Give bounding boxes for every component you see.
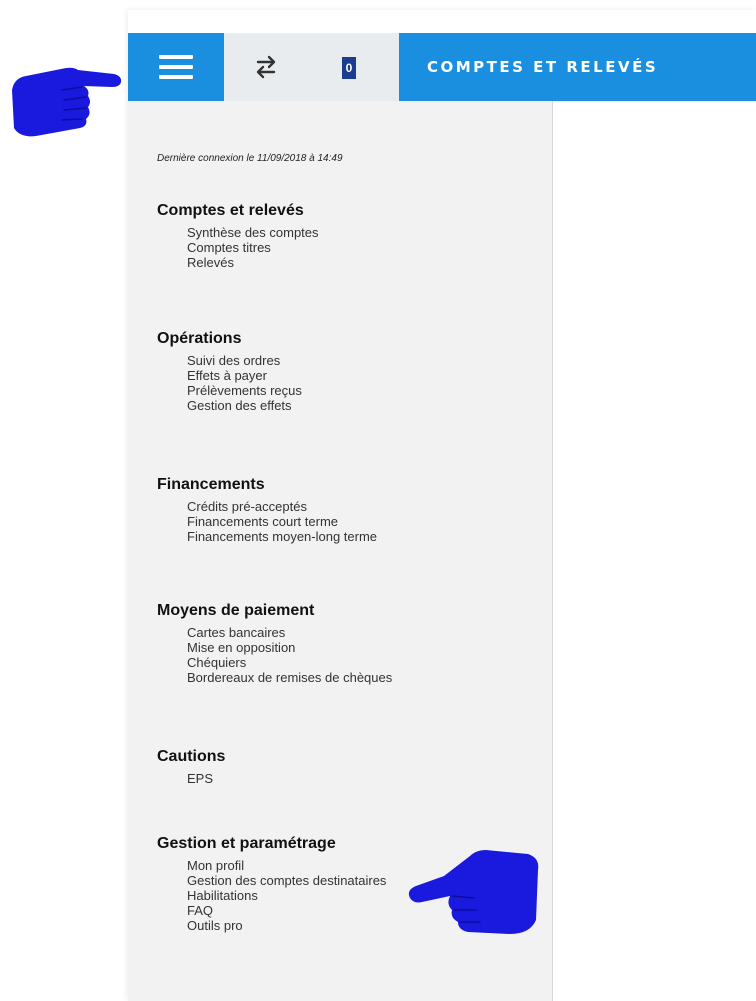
section-cautions: Cautions EPS xyxy=(157,747,225,786)
menu-item-bordereaux-remises-cheques[interactable]: Bordereaux de remises de chèques xyxy=(187,670,392,685)
menu-item-credits-pre-acceptes[interactable]: Crédits pré-acceptés xyxy=(187,499,377,514)
section-title: Comptes et relevés xyxy=(157,202,304,219)
section-moyens-de-paiement: Moyens de paiement Cartes bancaires Mise… xyxy=(157,601,392,685)
menu-item-cartes-bancaires[interactable]: Cartes bancaires xyxy=(187,625,392,640)
menu-item-mise-en-opposition[interactable]: Mise en opposition xyxy=(187,640,392,655)
section-comptes-et-releves: Comptes et relevés Synthèse des comptes … xyxy=(157,201,319,270)
pointing-hand-icon xyxy=(408,850,539,934)
menu-button[interactable] xyxy=(128,33,224,101)
toolbar: 0 xyxy=(224,33,399,101)
section-financements: Financements Crédits pré-acceptés Financ… xyxy=(157,475,377,544)
menu-item-suivi-ordres[interactable]: Suivi des ordres xyxy=(187,353,302,368)
section-title: Cautions xyxy=(157,748,226,765)
menu-item-prelevements-recus[interactable]: Prélèvements reçus xyxy=(187,383,302,398)
title-bar: COMPTES ET RELEVÉS xyxy=(399,33,756,101)
menu-item-outils-pro[interactable]: Outils pro xyxy=(187,918,386,933)
section-operations: Opérations Suivi des ordres Effets à pay… xyxy=(157,329,302,413)
menu-item-eps[interactable]: EPS xyxy=(187,771,225,786)
menu-item-habilitations[interactable]: Habilitations xyxy=(187,888,386,903)
menu-item-mon-profil[interactable]: Mon profil xyxy=(187,858,386,873)
menu-item-gestion-effets[interactable]: Gestion des effets xyxy=(187,398,302,413)
menu-item-faq[interactable]: FAQ xyxy=(187,903,386,918)
menu-item-releves[interactable]: Relevés xyxy=(187,255,319,270)
section-title: Moyens de paiement xyxy=(157,602,315,619)
menu-item-effets-a-payer[interactable]: Effets à payer xyxy=(187,368,302,383)
section-title: Opérations xyxy=(157,330,242,347)
section-gestion-et-parametrage: Gestion et paramétrage Mon profil Gestio… xyxy=(157,834,386,933)
top-bar: 0 COMPTES ET RELEVÉS xyxy=(128,33,756,101)
menu-item-financements-moyen-long-terme[interactable]: Financements moyen-long terme xyxy=(187,529,377,544)
page-title: COMPTES ET RELEVÉS xyxy=(427,58,659,76)
section-title: Financements xyxy=(157,476,265,493)
swap-arrows-icon[interactable] xyxy=(252,53,280,81)
hamburger-icon xyxy=(159,55,193,79)
section-title: Gestion et paramétrage xyxy=(157,835,336,852)
menu-item-gestion-comptes-destinataires[interactable]: Gestion des comptes destinataires xyxy=(187,873,386,888)
menu-item-chequiers[interactable]: Chéquiers xyxy=(187,655,392,670)
pointing-hand-icon xyxy=(12,67,122,137)
menu-item-comptes-titres[interactable]: Comptes titres xyxy=(187,240,319,255)
menu-item-financements-court-terme[interactable]: Financements court terme xyxy=(187,514,377,529)
last-login-text: Dernière connexion le 11/09/2018 à 14:49 xyxy=(157,153,343,164)
notification-badge[interactable]: 0 xyxy=(342,57,356,79)
menu-item-synthese-comptes[interactable]: Synthèse des comptes xyxy=(187,225,319,240)
